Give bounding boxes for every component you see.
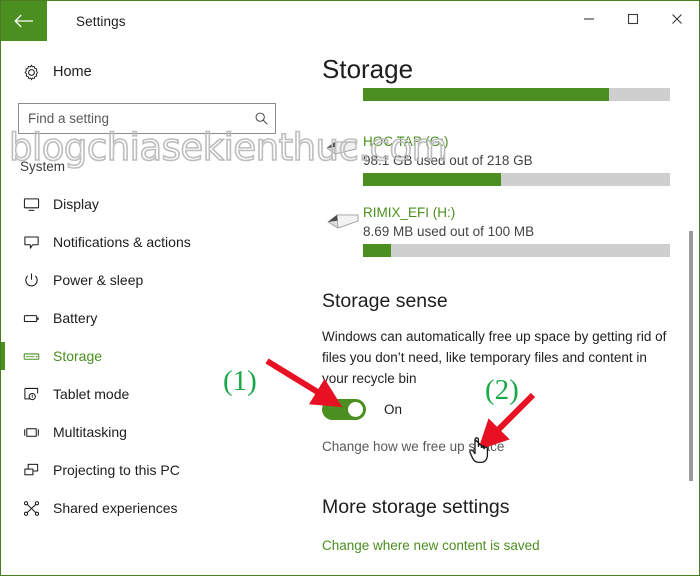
close-button[interactable] bbox=[655, 1, 699, 37]
usb-drive-icon bbox=[325, 207, 361, 236]
sidebar-label: Shared experiences bbox=[53, 500, 178, 516]
maximize-button[interactable] bbox=[611, 1, 655, 37]
battery-icon bbox=[14, 310, 48, 327]
tablet-hand-icon bbox=[14, 386, 48, 403]
sidebar-home-label: Home bbox=[53, 64, 92, 80]
sidebar-label: Notifications & actions bbox=[53, 234, 191, 250]
page-title: Storage bbox=[322, 54, 414, 84]
drive-bar bbox=[363, 173, 670, 186]
sidebar-label: Tablet mode bbox=[53, 386, 130, 402]
drive-bar-fill bbox=[363, 244, 391, 257]
storage-sense-description: Windows can automatically free up space … bbox=[322, 329, 667, 386]
sidebar-label: Display bbox=[53, 196, 99, 212]
window-controls bbox=[567, 1, 699, 41]
toggle-knob bbox=[348, 402, 363, 417]
storage-drive-icon bbox=[14, 348, 48, 365]
vertical-scrollbar[interactable] bbox=[689, 231, 693, 481]
sidebar-item-tablet-mode[interactable]: Tablet mode bbox=[1, 375, 311, 413]
main-content: Storage HOC TAP (G:) 98.1 GB used out of… bbox=[311, 41, 699, 575]
back-arrow-icon bbox=[14, 14, 33, 28]
minimize-button[interactable] bbox=[567, 1, 611, 37]
power-icon bbox=[14, 272, 48, 289]
sidebar-item-power[interactable]: Power & sleep bbox=[1, 261, 311, 299]
minimize-icon bbox=[584, 18, 594, 20]
search-box[interactable] bbox=[18, 103, 276, 134]
gear-icon bbox=[14, 64, 48, 81]
drive-bar bbox=[363, 244, 670, 257]
search-icon[interactable] bbox=[247, 111, 275, 126]
title-bar: Settings bbox=[1, 1, 699, 41]
more-storage-settings-title: More storage settings bbox=[322, 496, 510, 518]
search-input[interactable] bbox=[19, 111, 247, 126]
monitor-icon bbox=[14, 196, 48, 213]
sidebar-item-shared-experiences[interactable]: Shared experiences bbox=[1, 489, 311, 527]
share-nodes-icon bbox=[14, 500, 48, 517]
speech-bubble-icon bbox=[14, 234, 48, 251]
back-button[interactable] bbox=[1, 1, 47, 41]
multitask-icon bbox=[14, 424, 48, 441]
sidebar-item-storage[interactable]: Storage bbox=[1, 337, 311, 375]
close-icon bbox=[672, 14, 682, 24]
drive-entry[interactable]: HOC TAP (G:) 98.1 GB used out of 218 GB bbox=[363, 133, 533, 170]
drive-bar-fill bbox=[363, 173, 502, 186]
storage-sense-toggle-row: On bbox=[322, 399, 402, 420]
drive-name: RIMIX_EFI (H:) bbox=[363, 205, 456, 220]
sidebar-label: Power & sleep bbox=[53, 272, 144, 288]
change-free-up-space-link[interactable]: Change how we free up space bbox=[322, 439, 504, 454]
sidebar-label: Storage bbox=[53, 348, 103, 364]
sidebar-nav: Display Notifications & actions Power & … bbox=[1, 185, 311, 527]
maximize-icon bbox=[627, 13, 639, 25]
drive-entry[interactable]: RIMIX_EFI (H:) 8.69 MB used out of 100 M… bbox=[363, 204, 534, 241]
settings-window: Settings Home Find a setting System Disp… bbox=[0, 0, 700, 576]
storage-sense-title: Storage sense bbox=[322, 290, 448, 312]
sidebar-group-label: System bbox=[20, 159, 66, 174]
top-storage-bar-fill bbox=[363, 88, 609, 101]
sidebar-item-multitasking[interactable]: Multitasking bbox=[1, 413, 311, 451]
drive-usage: 8.69 MB used out of 100 MB bbox=[363, 224, 535, 239]
storage-sense-toggle[interactable] bbox=[322, 399, 366, 420]
drive-name: HOC TAP (G:) bbox=[363, 134, 449, 149]
toggle-state-label: On bbox=[384, 402, 403, 417]
sidebar-label: Battery bbox=[53, 310, 98, 326]
top-storage-bar bbox=[363, 88, 670, 101]
sidebar: Home System Display bbox=[1, 41, 311, 575]
sidebar-item-notifications[interactable]: Notifications & actions bbox=[1, 223, 311, 261]
change-content-location-link[interactable]: Change where new content is saved bbox=[322, 538, 540, 553]
usb-drive-icon bbox=[325, 135, 361, 164]
sidebar-item-battery[interactable]: Battery bbox=[1, 299, 311, 337]
sidebar-label: Multitasking bbox=[53, 424, 127, 440]
sidebar-item-projecting[interactable]: Projecting to this PC bbox=[1, 451, 311, 489]
sidebar-item-display[interactable]: Display bbox=[1, 185, 311, 223]
sidebar-item-home[interactable]: Home bbox=[1, 55, 311, 89]
window-title: Settings bbox=[76, 13, 126, 29]
projecting-icon bbox=[14, 462, 48, 479]
sidebar-label: Projecting to this PC bbox=[53, 462, 180, 478]
drive-usage: 98.1 GB used out of 218 GB bbox=[363, 153, 533, 168]
